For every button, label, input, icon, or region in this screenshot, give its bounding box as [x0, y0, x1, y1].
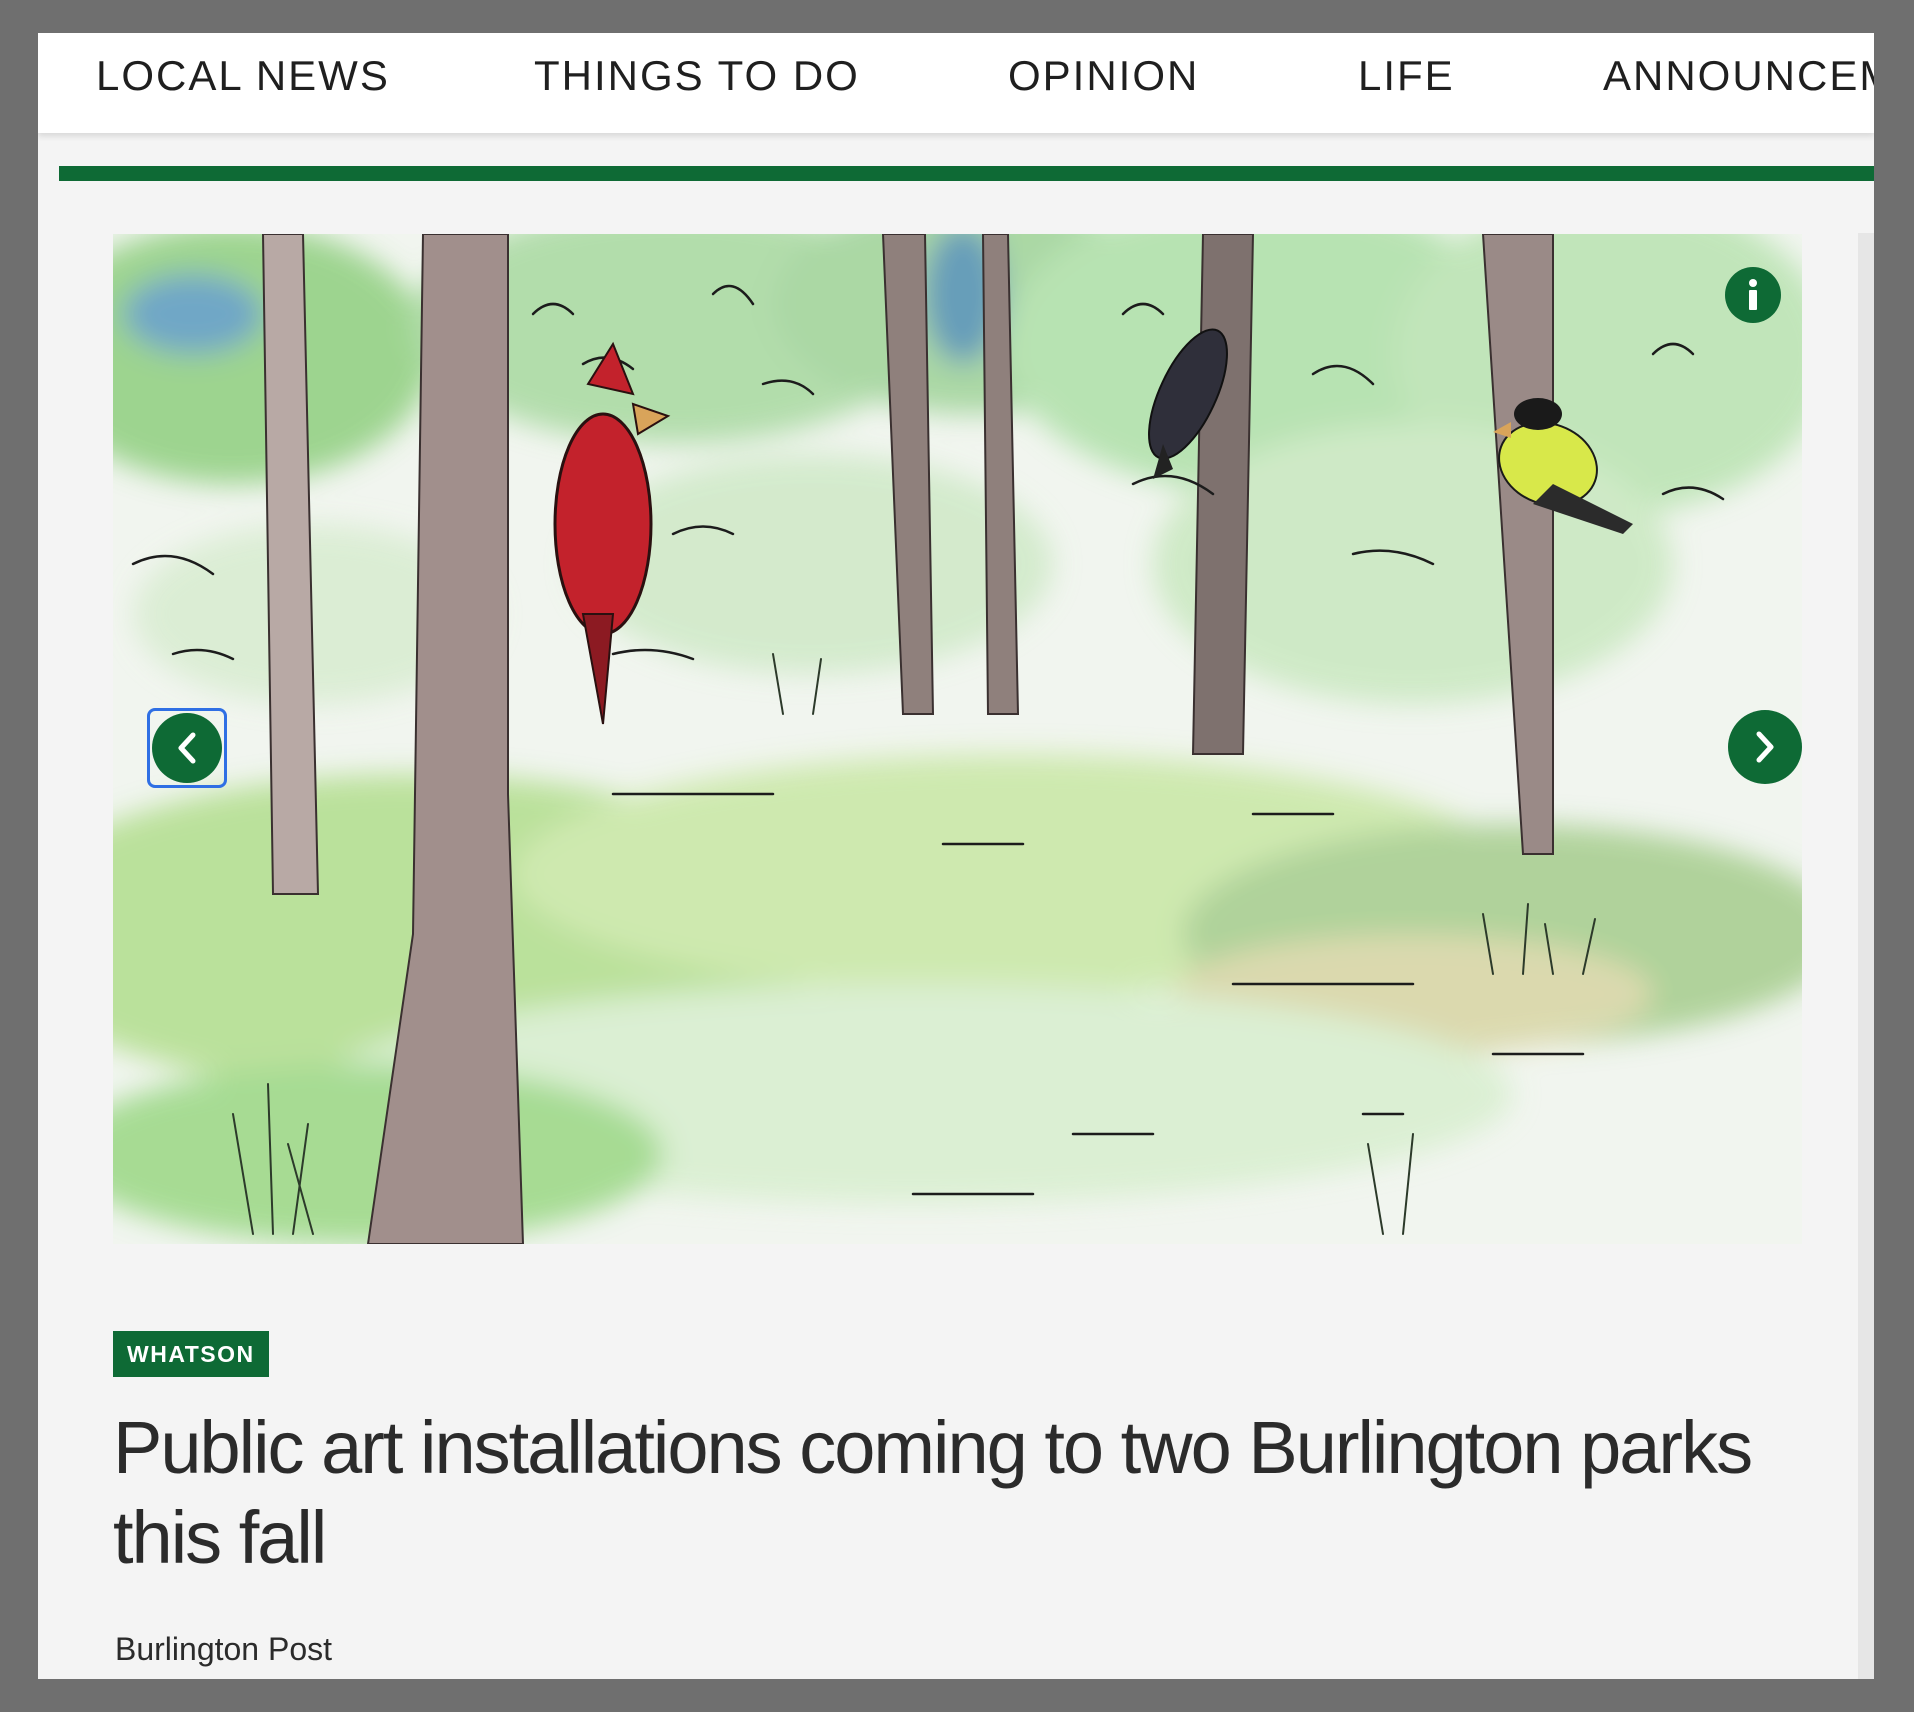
chevron-right-icon	[1756, 731, 1774, 763]
nav-item-things-to-do[interactable]: THINGS TO DO	[534, 55, 860, 97]
nav-item-announcements[interactable]: ANNOUNCEMENTS	[1603, 55, 1874, 97]
top-navigation: LOCAL NEWS THINGS TO DO OPINION LIFE ANN…	[38, 33, 1874, 133]
carousel-prev-focus-ring	[147, 708, 227, 788]
hero-image-carousel[interactable]	[113, 234, 1802, 1244]
carousel-prev-button[interactable]	[152, 713, 222, 783]
nav-item-opinion[interactable]: OPINION	[1008, 55, 1199, 97]
article-byline: Burlington Post	[115, 1631, 333, 1667]
chevron-left-icon	[178, 732, 196, 764]
info-icon	[1749, 279, 1757, 310]
article-headline[interactable]: Public art installations coming to two B…	[113, 1403, 1813, 1583]
side-panel-edge	[1858, 233, 1874, 1679]
watercolor-birds-in-forest-image	[113, 234, 1802, 1244]
carousel-next-button[interactable]	[1728, 710, 1802, 784]
nav-item-local-news[interactable]: LOCAL NEWS	[96, 55, 390, 97]
nav-item-life[interactable]: LIFE	[1358, 55, 1455, 97]
category-badge[interactable]: WHATSON	[113, 1331, 269, 1377]
image-info-button[interactable]	[1725, 267, 1781, 323]
nav-accent-bar	[59, 166, 1874, 181]
page-frame: LOCAL NEWS THINGS TO DO OPINION LIFE ANN…	[38, 33, 1874, 1679]
